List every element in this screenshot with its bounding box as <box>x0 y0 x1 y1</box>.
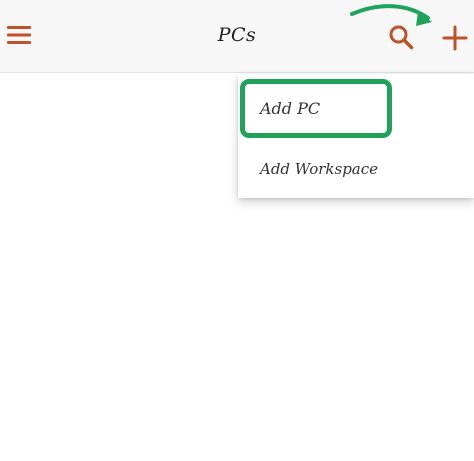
add-dropdown-menu: Add PC Add Workspace <box>238 74 474 198</box>
menu-item-add-pc[interactable]: Add PC <box>238 80 474 136</box>
search-icon <box>389 25 414 50</box>
search-button[interactable] <box>384 20 418 54</box>
app-bar: PCs <box>0 0 474 73</box>
menu-item-add-workspace[interactable]: Add Workspace <box>238 144 474 194</box>
plus-icon <box>442 25 468 51</box>
add-button[interactable] <box>436 20 474 56</box>
